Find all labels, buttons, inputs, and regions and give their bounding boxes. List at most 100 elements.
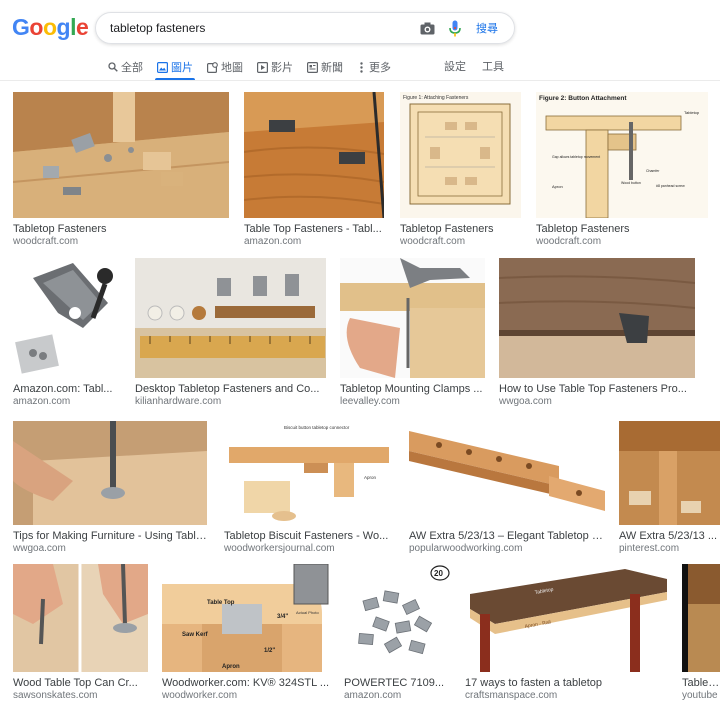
tab-all[interactable]: 全部 [108,56,143,78]
header-divider [0,80,720,81]
tab-label: 地圖 [221,62,243,74]
image-result[interactable]: Table To youtube [682,564,720,702]
result-source: youtube [682,690,718,701]
result-source: craftsmanspace.com [465,690,558,701]
image-result[interactable]: Tabletop Apron - Rail 17 ways to fasten … [465,564,667,702]
result-thumbnail [13,564,148,672]
result-caption: AW Extra 5/23/13 ... [619,530,718,542]
image-result[interactable]: Tips for Making Furniture - Using Table.… [13,421,207,555]
result-source: woodcraft.com [536,236,602,247]
image-result[interactable]: How to Use Table Top Fasteners Pro... ww… [499,258,695,408]
image-result[interactable]: AW Extra 5/23/13 – Elegant Tabletop Fas … [409,421,605,555]
video-icon [257,61,268,73]
image-result[interactable]: AW Extra 5/23/13 ... pinterest.com [619,421,720,555]
result-caption: POWERTEC 7109... [344,677,445,689]
powertec-count-badge: 20 [434,569,443,578]
result-thumbnail: Biscuit button tabletop connector Apron [224,421,392,525]
result-thumbnail [682,564,720,672]
result-thumbnail [244,92,384,218]
result-source: sawsonskates.com [13,690,98,701]
result-caption: Tabletop Fasteners [13,223,107,235]
search-button[interactable]: 搜尋 [476,20,498,36]
search-icon [108,62,118,72]
more-icon [357,61,366,73]
result-thumbnail [13,421,207,525]
result-source: wwgoa.com [499,396,552,407]
image-result[interactable]: Biscuit button tabletop connector Apron … [224,421,392,555]
tab-videos[interactable]: 影片 [257,56,293,78]
google-logo[interactable]: Google [12,14,89,41]
image-result[interactable]: Tabletop Mounting Clamps ... leevalley.c… [340,258,485,408]
fig2-screw-label: #8 panhead screw [656,184,685,188]
result-source: amazon.com [344,690,402,701]
image-icon [157,61,168,73]
tab-news[interactable]: 新聞 [307,56,343,78]
result-thumbnail [499,258,695,378]
result-source: woodworker.com [162,690,238,701]
image-result[interactable]: 20 POWERTEC 7109... amazon.com [344,564,452,702]
result-thumbnail: 20 [344,564,452,672]
settings-button[interactable]: 設定 [444,56,466,78]
fig2-apron-label: Apron [552,184,563,189]
kv-saw-kerf-label: Saw Kerf [182,632,209,638]
fig2-chamfer-label: Chamfer [646,169,660,173]
result-source: kilianhardware.com [135,396,222,407]
image-result[interactable]: Table Top Fasteners - Tabl... amazon.com [244,92,384,248]
result-caption: Tabletop Mounting Clamps ... [340,383,483,395]
camera-icon[interactable] [416,17,438,39]
image-result[interactable]: Wood Table Top Can Cr... sawsonskates.co… [13,564,148,702]
image-result[interactable]: Desktop Tabletop Fasteners and Co... kil… [135,258,326,408]
image-result[interactable]: Tabletop Fasteners woodcraft.com [13,92,229,248]
result-thumbnail: Table Top Saw Kerf Apron 3/4" 1/2" Actua… [162,564,330,672]
kv-apron-label: Apron [222,664,240,670]
kv-tabletop-label: Table Top [207,600,235,606]
result-source: woodworkersjournal.com [224,543,335,554]
result-thumbnail [13,92,229,218]
tab-label: 新聞 [321,62,343,74]
result-source: woodcraft.com [13,236,79,247]
map-icon [207,61,218,73]
result-source: leevalley.com [340,396,400,407]
tab-images[interactable]: 圖片 [155,56,195,81]
search-input[interactable] [110,21,416,35]
figure-1-title: Figure 1: Attaching Fasteners [403,95,469,101]
search-box: 搜尋 [95,12,515,44]
tab-label: 全部 [121,62,143,74]
microphone-icon[interactable] [444,17,466,39]
result-source: amazon.com [244,236,302,247]
result-source: pinterest.com [619,543,680,554]
fig2-gap-label: Gap allows tabletop movement [552,155,600,159]
tools-button[interactable]: 工具 [482,56,504,78]
result-caption: Tabletop Fasteners [400,223,494,235]
tab-maps[interactable]: 地圖 [207,56,243,78]
tab-more[interactable]: 更多 [357,56,391,78]
result-thumbnail: Tabletop Apron - Rail [465,564,667,672]
tools-bar: 設定 工具 [444,56,520,78]
result-source: popularwoodworking.com [409,543,523,554]
result-caption: Woodworker.com: KV® 324STL ... [162,677,330,689]
result-caption: Table Top Fasteners - Tabl... [244,223,382,235]
result-source: wwgoa.com [13,543,66,554]
result-thumbnail: Figure 2: Button Attachment Tabletop Gap… [536,92,708,218]
result-thumbnail: Figure 1: Attaching Fasteners [400,92,521,218]
result-caption: Table To [682,677,720,689]
tab-label: 影片 [271,62,293,74]
result-thumbnail [135,258,326,378]
result-thumbnail [13,258,120,378]
result-caption: Amazon.com: Tabl... [13,383,113,395]
result-caption: Desktop Tabletop Fasteners and Co... [135,383,320,395]
image-result[interactable]: Figure 1: Attaching Fasteners Tabletop F… [400,92,521,248]
result-thumbnail [619,421,720,525]
result-caption: Tabletop Fasteners [536,223,630,235]
image-result[interactable]: Figure 2: Button Attachment Tabletop Gap… [536,92,708,248]
news-icon [307,61,318,73]
image-result[interactable]: Amazon.com: Tabl... amazon.com [13,258,120,408]
biscuit-apron-label: Apron [364,475,377,480]
fig2-tabletop-label: Tabletop [684,110,700,115]
search-tabs: 全部 圖片 地圖 影片 新聞 更多 [108,56,405,81]
tab-label: 圖片 [171,62,193,74]
result-caption: Wood Table Top Can Cr... [13,677,138,689]
figure-2-title: Figure 2: Button Attachment [539,95,627,102]
image-result[interactable]: Table Top Saw Kerf Apron 3/4" 1/2" Actua… [162,564,330,702]
kv-1-2-label: 1/2" [264,648,275,654]
